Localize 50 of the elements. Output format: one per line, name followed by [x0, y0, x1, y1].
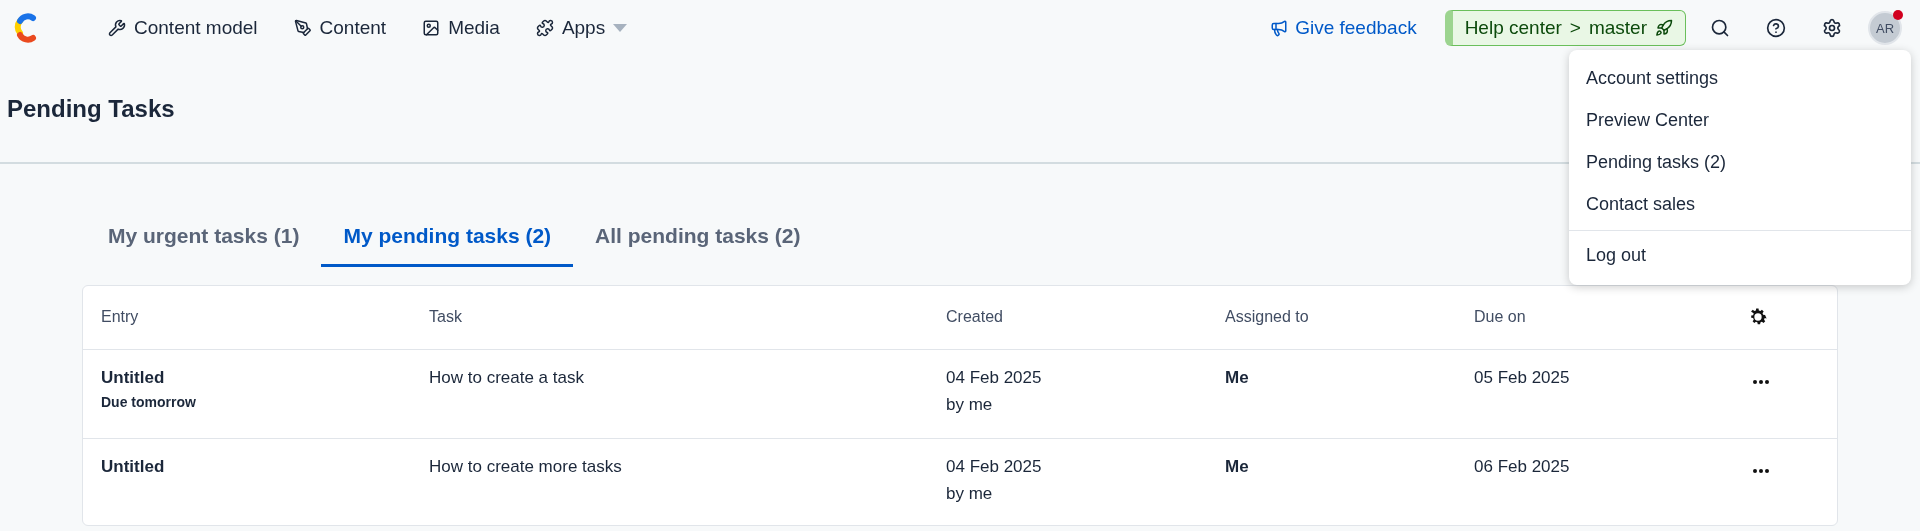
nav-link[interactable]: Content: [279, 11, 401, 45]
column-header: Entry: [101, 308, 140, 326]
help-icon: [1766, 18, 1786, 38]
menu-item[interactable]: Contact sales: [1569, 184, 1911, 226]
more-icon: [1753, 469, 1769, 473]
feedback-link[interactable]: Give feedback: [1270, 17, 1417, 39]
table-cell-text: 06 Feb 2025: [1474, 456, 1571, 478]
table-cell-text: 05 Feb 2025: [1474, 367, 1571, 389]
table-cell-text: by me: [946, 394, 994, 416]
table-cell-text: Me: [1225, 367, 1250, 389]
puzzle-icon: [535, 19, 554, 37]
menu-item[interactable]: Preview Center: [1569, 100, 1911, 142]
due-note: Due tomorrow: [101, 393, 197, 412]
column-header: Created: [946, 308, 1004, 326]
column-header: Task: [429, 308, 463, 326]
table-cell-text: 04 Feb 2025: [946, 456, 1043, 478]
tab[interactable]: My pending tasks (2): [321, 210, 574, 267]
more-button[interactable]: [1751, 467, 1771, 475]
avatar[interactable]: AR: [1868, 11, 1902, 45]
tab[interactable]: My urgent tasks (1): [86, 210, 322, 267]
table-cell-text: How to create a task: [429, 367, 585, 389]
table-cell-text: How to create more tasks: [429, 456, 623, 478]
table-cell-text: 04 Feb 2025: [946, 367, 1043, 389]
more-button[interactable]: [1751, 378, 1771, 386]
branch-name: master: [1588, 17, 1647, 39]
menu-item[interactable]: Log out: [1569, 235, 1911, 277]
separator: >: [1569, 17, 1581, 39]
tab[interactable]: All pending tasks (2): [573, 210, 823, 267]
nav-link[interactable]: Media: [408, 11, 514, 45]
column-header: Assigned to: [1225, 308, 1310, 326]
entry-title[interactable]: Untitled: [101, 453, 429, 480]
menu-item[interactable]: Pending tasks (2): [1569, 142, 1911, 184]
nav-link[interactable]: Content model: [94, 11, 272, 45]
page-title: Pending Tasks: [7, 95, 175, 123]
megaphone-icon: [1270, 19, 1289, 37]
entry-title[interactable]: Untitled: [101, 364, 429, 391]
rocket-icon: [1655, 19, 1673, 37]
environment-button[interactable]: Help center > master: [1444, 10, 1686, 46]
search-icon: [1710, 18, 1730, 38]
more-icon: [1753, 380, 1769, 384]
nav-link[interactable]: Apps: [521, 11, 642, 45]
menu-item[interactable]: Account settings: [1569, 58, 1911, 100]
pen-icon: [293, 19, 312, 37]
settings-icon: [1822, 18, 1842, 38]
space-name: Help center: [1464, 17, 1562, 39]
wrench-icon: [108, 19, 126, 37]
table-cell-text: by me: [946, 483, 994, 505]
table-cell-text: Me: [1225, 456, 1250, 478]
image-icon: [422, 19, 441, 37]
column-header: Due on: [1474, 308, 1527, 326]
